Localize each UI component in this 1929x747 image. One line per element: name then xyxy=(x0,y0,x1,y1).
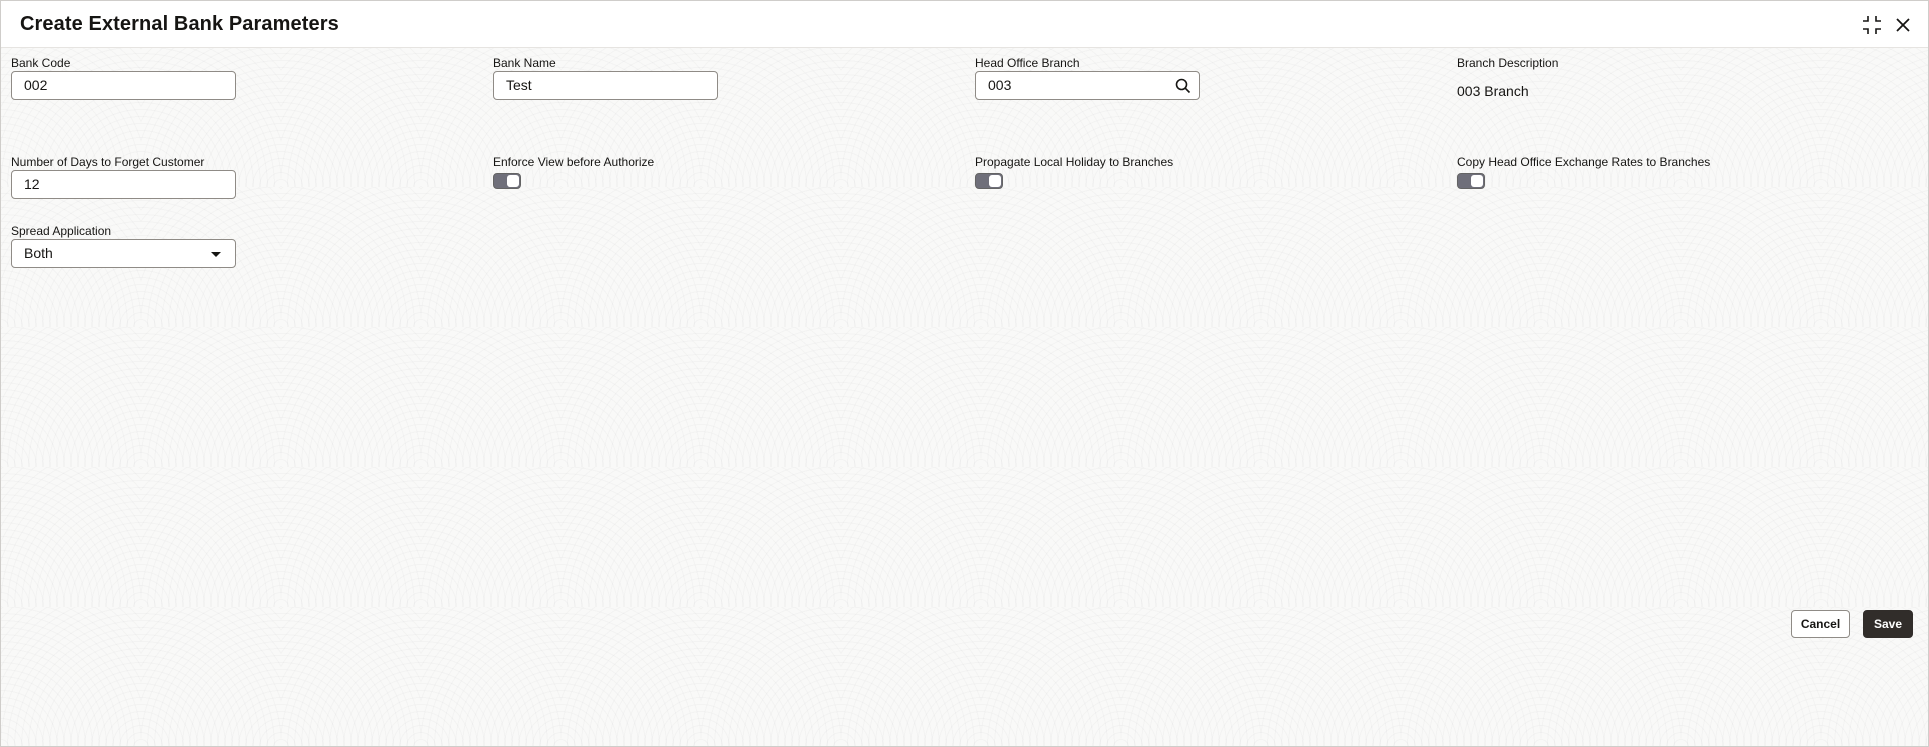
save-button[interactable]: Save xyxy=(1863,610,1913,638)
branch-description-label: Branch Description xyxy=(1457,56,1559,70)
head-office-branch-field: Head Office Branch 003 xyxy=(975,56,1200,100)
collapse-icon[interactable] xyxy=(1861,14,1883,36)
copy-exchange-rates-field: Copy Head Office Exchange Rates to Branc… xyxy=(1457,155,1711,189)
branch-description-value: 003 Branch xyxy=(1457,83,1529,99)
days-to-forget-label: Number of Days to Forget Customer xyxy=(11,155,205,169)
copy-exchange-rates-label: Copy Head Office Exchange Rates to Branc… xyxy=(1457,155,1711,169)
bank-name-field: Bank Name Test xyxy=(493,56,718,100)
bank-code-input[interactable]: 002 xyxy=(11,71,236,100)
bank-name-input[interactable]: Test xyxy=(493,71,718,100)
head-office-branch-input[interactable]: 003 xyxy=(975,71,1200,100)
page-title: Create External Bank Parameters xyxy=(20,13,339,35)
search-icon[interactable] xyxy=(1175,78,1191,94)
copy-exchange-rates-toggle[interactable] xyxy=(1457,173,1485,189)
spread-application-select[interactable]: Both xyxy=(11,239,236,268)
head-office-branch-label: Head Office Branch xyxy=(975,56,1080,70)
enforce-view-field: Enforce View before Authorize xyxy=(493,155,655,189)
head-office-branch-value: 003 xyxy=(988,77,1012,93)
branch-description-field: Branch Description 003 Branch xyxy=(1457,56,1559,99)
propagate-holiday-toggle[interactable] xyxy=(975,173,1003,189)
propagate-holiday-field: Propagate Local Holiday to Branches xyxy=(975,155,1174,189)
spread-application-field: Spread Application Both xyxy=(11,224,236,268)
toggle-knob xyxy=(989,175,1001,187)
dialog-header: Create External Bank Parameters xyxy=(1,1,1928,48)
toggle-knob xyxy=(1471,175,1483,187)
enforce-view-toggle[interactable] xyxy=(493,173,521,189)
spread-application-value: Both xyxy=(24,245,53,261)
background-pattern xyxy=(1,47,1928,746)
propagate-holiday-label: Propagate Local Holiday to Branches xyxy=(975,155,1174,169)
bank-code-field: Bank Code 002 xyxy=(11,56,236,100)
close-icon[interactable] xyxy=(1892,14,1914,36)
days-to-forget-input[interactable]: 12 xyxy=(11,170,236,199)
enforce-view-label: Enforce View before Authorize xyxy=(493,155,655,169)
spread-application-label: Spread Application xyxy=(11,224,112,238)
bank-name-label: Bank Name xyxy=(493,56,556,70)
create-external-bank-parameters-dialog: Create External Bank Parameters Bank Cod… xyxy=(0,0,1929,747)
bank-code-label: Bank Code xyxy=(11,56,71,70)
toggle-knob xyxy=(507,175,519,187)
chevron-down-icon[interactable] xyxy=(211,252,221,257)
days-to-forget-field: Number of Days to Forget Customer 12 xyxy=(11,155,236,199)
cancel-button[interactable]: Cancel xyxy=(1791,610,1850,638)
